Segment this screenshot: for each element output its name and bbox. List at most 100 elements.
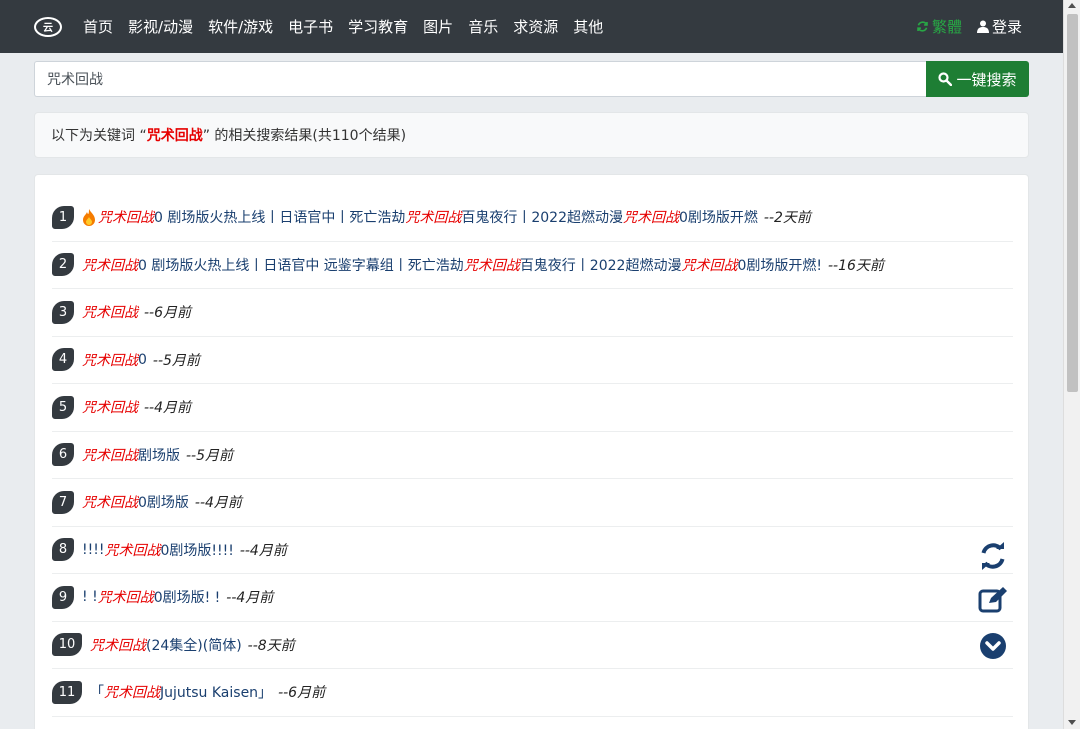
result-row[interactable]: 8!!!! 咒术回战 0剧场版!!!! --4月前 [52, 527, 1013, 574]
scroll-up-arrow[interactable] [1068, 3, 1076, 8]
nav-links: 首页 影视/动漫 软件/游戏 电子书 学习教育 图片 音乐 求资源 其他 [83, 16, 618, 37]
result-title-text: 0 剧场版火热上线丨日语官中丨死亡浩劫 [154, 210, 406, 227]
result-title-text: 百鬼夜行丨2022超燃动漫 [461, 210, 623, 227]
nav-link-8[interactable]: 其他 [573, 16, 603, 37]
result-time: --2天前 [763, 210, 811, 227]
result-time: --8天前 [247, 637, 295, 654]
search-button[interactable]: 一键搜索 [926, 61, 1029, 97]
nav-link-6[interactable]: 音乐 [468, 16, 498, 37]
nav-link-0[interactable]: 首页 [83, 16, 113, 37]
result-row[interactable]: 9 ! ! 咒术回战 0剧场版! ! --4月前 [52, 574, 1013, 622]
result-keyword-highlight: 咒术回战 [405, 210, 462, 227]
result-number-badge: 3 [52, 300, 74, 324]
result-number-badge: 10 [52, 633, 82, 657]
result-row[interactable]: 3 咒术回战 --6月前 [52, 289, 1013, 337]
result-title-text: 0剧场版开燃! [737, 257, 822, 274]
result-title-text: 0 剧场版火热上线丨日语官中 远鉴字幕组丨死亡浩劫 [138, 257, 464, 274]
result-title-text: (24集全)(简体) [146, 637, 242, 654]
result-title-text: 0 [138, 351, 147, 368]
nav-link-7[interactable]: 求资源 [513, 16, 558, 37]
login-button[interactable]: 登录 [976, 16, 1022, 37]
result-row[interactable]: 6 咒术回战 剧场版 --5月前 [52, 432, 1013, 479]
result-number-badge: 7 [52, 490, 74, 514]
traditional-label: 繁體 [931, 18, 962, 36]
result-number-badge: 2 [52, 253, 74, 277]
result-number-badge: 5 [52, 395, 74, 419]
top-navbar: 云 首页 影视/动漫 软件/游戏 电子书 学习教育 图片 音乐 求资源 其他 繁體 登录 [0, 0, 1063, 53]
result-time: --5月前 [152, 352, 200, 369]
refresh-icon [917, 21, 928, 32]
result-row[interactable]: 10 咒术回战 (24集全)(简体) --8天前 [52, 622, 1013, 669]
result-title-text: Jujutsu Kaisen」 [160, 685, 273, 702]
result-keyword-highlight: 咒术回战 [82, 447, 138, 464]
search-summary: 以下为关键词 “ 咒术回战 ” 的相关搜索结果(共110个结果) [34, 112, 1029, 158]
nav-link-5[interactable]: 图片 [423, 16, 453, 37]
result-title-text: 剧场版 [138, 447, 180, 464]
nav-right: 繁體 登录 [916, 16, 1022, 37]
result-time: --4月前 [144, 400, 192, 417]
result-keyword-highlight: 咒术回战 [98, 210, 154, 227]
result-row[interactable]: 2 咒术回战 0 剧场版火热上线丨日语官中 远鉴字幕组丨死亡浩劫 咒术回战 百鬼夜行丨2… [52, 242, 1013, 289]
result-time: --4月前 [239, 542, 287, 559]
result-keyword-highlight: 咒术回战 [82, 400, 138, 417]
result-time: --6月前 [144, 305, 192, 322]
result-title-text: 0剧场版 [138, 495, 189, 512]
result-time: --4月前 [194, 495, 242, 512]
result-title-text: ! ! [82, 589, 98, 606]
result-title-text: 0剧场版开燃 [679, 210, 758, 227]
result-keyword-highlight: 咒术回战 [681, 257, 738, 274]
result-keyword-highlight: 咒术回战 [82, 352, 138, 369]
result-title-text: 0剧场版!!!! [160, 542, 234, 559]
result-title-text: 0剧场版! ! [153, 590, 221, 607]
result-row[interactable]: 5 咒术回战 --4月前 [52, 384, 1013, 432]
result-list: 1 咒术回战 0 剧场版火热上线丨日语官中丨死亡浩劫 咒术回战 百鬼夜行丨2022超燃动… [52, 194, 1013, 717]
result-keyword-highlight: 咒术回战 [463, 257, 520, 274]
login-label: 登录 [991, 18, 1022, 36]
result-keyword-highlight: 咒术回战 [104, 685, 160, 702]
result-keyword-highlight: 咒术回战 [623, 210, 679, 227]
result-row[interactable]: 11 「咒术回战 Jujutsu Kaisen」 --6月前 [52, 669, 1013, 717]
nav-link-2[interactable]: 软件/游戏 [208, 16, 273, 37]
site-logo[interactable]: 云 [34, 16, 62, 37]
search-button-label: 一键搜索 [956, 70, 1017, 89]
result-title-text: 百鬼夜行丨2022超燃动漫 [519, 257, 682, 274]
nav-link-1[interactable]: 影视/动漫 [128, 16, 193, 37]
user-icon [976, 20, 989, 33]
nav-link-4[interactable]: 学习教育 [348, 16, 408, 37]
result-keyword-highlight: 咒术回战 [82, 305, 138, 322]
chevron-down-circle-icon[interactable] [978, 631, 1008, 661]
fire-icon [83, 208, 95, 226]
result-number-badge: 8 [52, 538, 74, 562]
result-row[interactable]: 1 咒术回战 0 剧场版火热上线丨日语官中丨死亡浩劫 咒术回战 百鬼夜行丨2022超燃动… [52, 194, 1013, 242]
search-bar: 一键搜索 [34, 61, 1029, 97]
result-number-badge: 9 [52, 585, 74, 609]
result-number-badge: 6 [52, 443, 74, 467]
result-keyword-highlight: 咒术回战 [82, 495, 138, 512]
result-title-text: 「 [90, 685, 104, 702]
scroll-thumb[interactable] [1067, 14, 1078, 392]
results-card: 1 咒术回战 0 剧场版火热上线丨日语官中丨死亡浩劫 咒术回战 百鬼夜行丨2022超燃动… [34, 174, 1029, 729]
result-keyword-highlight: 咒术回战 [90, 637, 146, 654]
summary-suffix: ” 的相关搜索结果(共110个结果) [202, 128, 407, 144]
traditional-chinese-toggle[interactable]: 繁體 [916, 16, 962, 37]
search-input[interactable] [34, 61, 926, 97]
result-time: --16天前 [827, 257, 884, 274]
result-keyword-highlight: 咒术回战 [97, 590, 154, 607]
result-time: --5月前 [186, 447, 234, 464]
scroll-down-arrow[interactable] [1068, 720, 1076, 725]
result-title-text: !!!! [82, 541, 105, 558]
summary-prefix: 以下为关键词 “ [51, 128, 147, 144]
result-row[interactable]: 4 咒术回战 0 --5月前 [52, 337, 1013, 384]
summary-keyword: 咒术回战 [146, 128, 203, 144]
refresh-icon[interactable] [978, 541, 1008, 571]
result-keyword-highlight: 咒术回战 [104, 542, 161, 559]
search-icon [938, 72, 953, 86]
result-number-badge: 1 [52, 205, 74, 229]
result-time: --4月前 [226, 590, 274, 607]
result-keyword-highlight: 咒术回战 [82, 257, 138, 274]
result-row[interactable]: 7 咒术回战 0剧场版 --4月前 [52, 479, 1013, 527]
result-time: --6月前 [278, 685, 326, 702]
nav-link-3[interactable]: 电子书 [288, 16, 333, 37]
edit-icon[interactable] [978, 585, 1008, 615]
page-scrollbar[interactable] [1063, 0, 1080, 729]
